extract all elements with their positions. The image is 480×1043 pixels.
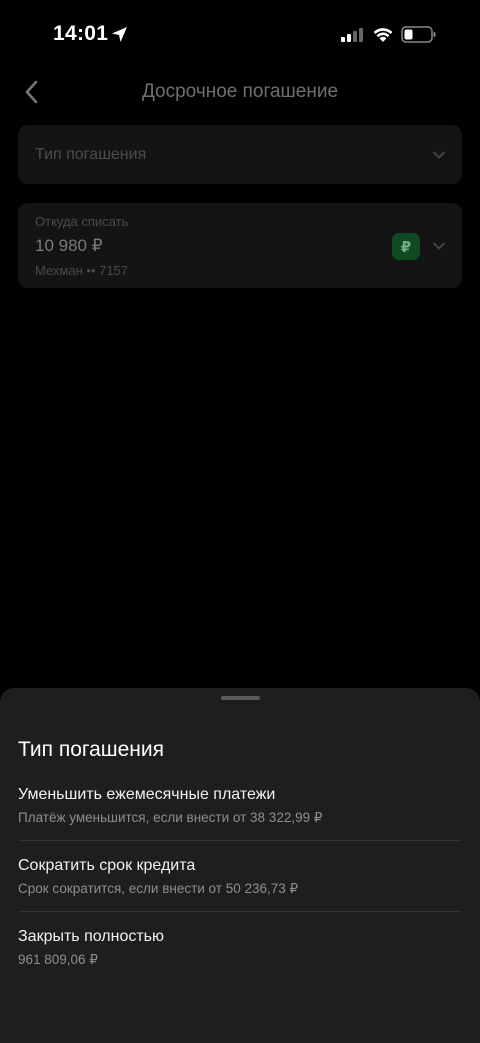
chevron-down-icon: [433, 151, 445, 159]
option-title: Уменьшить ежемесячные платежи: [18, 786, 276, 803]
option-reduce-payments[interactable]: Уменьшить ежемесячные платежи Платёж уме…: [18, 786, 462, 856]
option-title: Сократить срок кредита: [18, 857, 196, 874]
option-title: Закрыть полностью: [18, 928, 165, 945]
divider: [18, 840, 462, 841]
option-close-fully[interactable]: Закрыть полностью 961 809,06 ₽: [18, 928, 462, 998]
source-account-select[interactable]: Откуда списать 10 980 ₽ Мехман •• 7157 ₽: [18, 203, 462, 288]
divider: [18, 911, 462, 912]
location-arrow-icon: [112, 27, 127, 42]
source-amount: 10 980 ₽: [35, 236, 103, 255]
page-title: Досрочное погашение: [141, 81, 339, 102]
repayment-type-placeholder: Тип погашения: [35, 146, 147, 163]
option-subtitle: Платёж уменьшится, если внести от 38 322…: [18, 810, 323, 825]
battery-icon: [401, 26, 436, 43]
option-shorten-term[interactable]: Сократить срок кредита Срок сократится, …: [18, 857, 462, 927]
sheet-grabber[interactable]: [221, 696, 260, 700]
source-label: Откуда списать: [35, 214, 129, 229]
cellular-signal-icon: [341, 28, 363, 42]
option-subtitle: 961 809,06 ₽: [18, 952, 98, 967]
chevron-down-icon: [433, 242, 445, 250]
repayment-type-sheet: Тип погашения Уменьшить ежемесячные плат…: [0, 688, 480, 1043]
source-account-name: Мехман •• 7157: [35, 263, 129, 278]
ruble-account-icon: ₽: [392, 233, 420, 260]
option-subtitle: Срок сократится, если внести от 50 236,7…: [18, 881, 299, 896]
status-bar: 14:01: [0, 0, 480, 70]
repayment-type-select[interactable]: Тип погашения: [18, 125, 462, 184]
sheet-title: Тип погашения: [18, 738, 164, 761]
status-time: 14:01: [53, 22, 109, 45]
wifi-icon: [373, 28, 393, 42]
